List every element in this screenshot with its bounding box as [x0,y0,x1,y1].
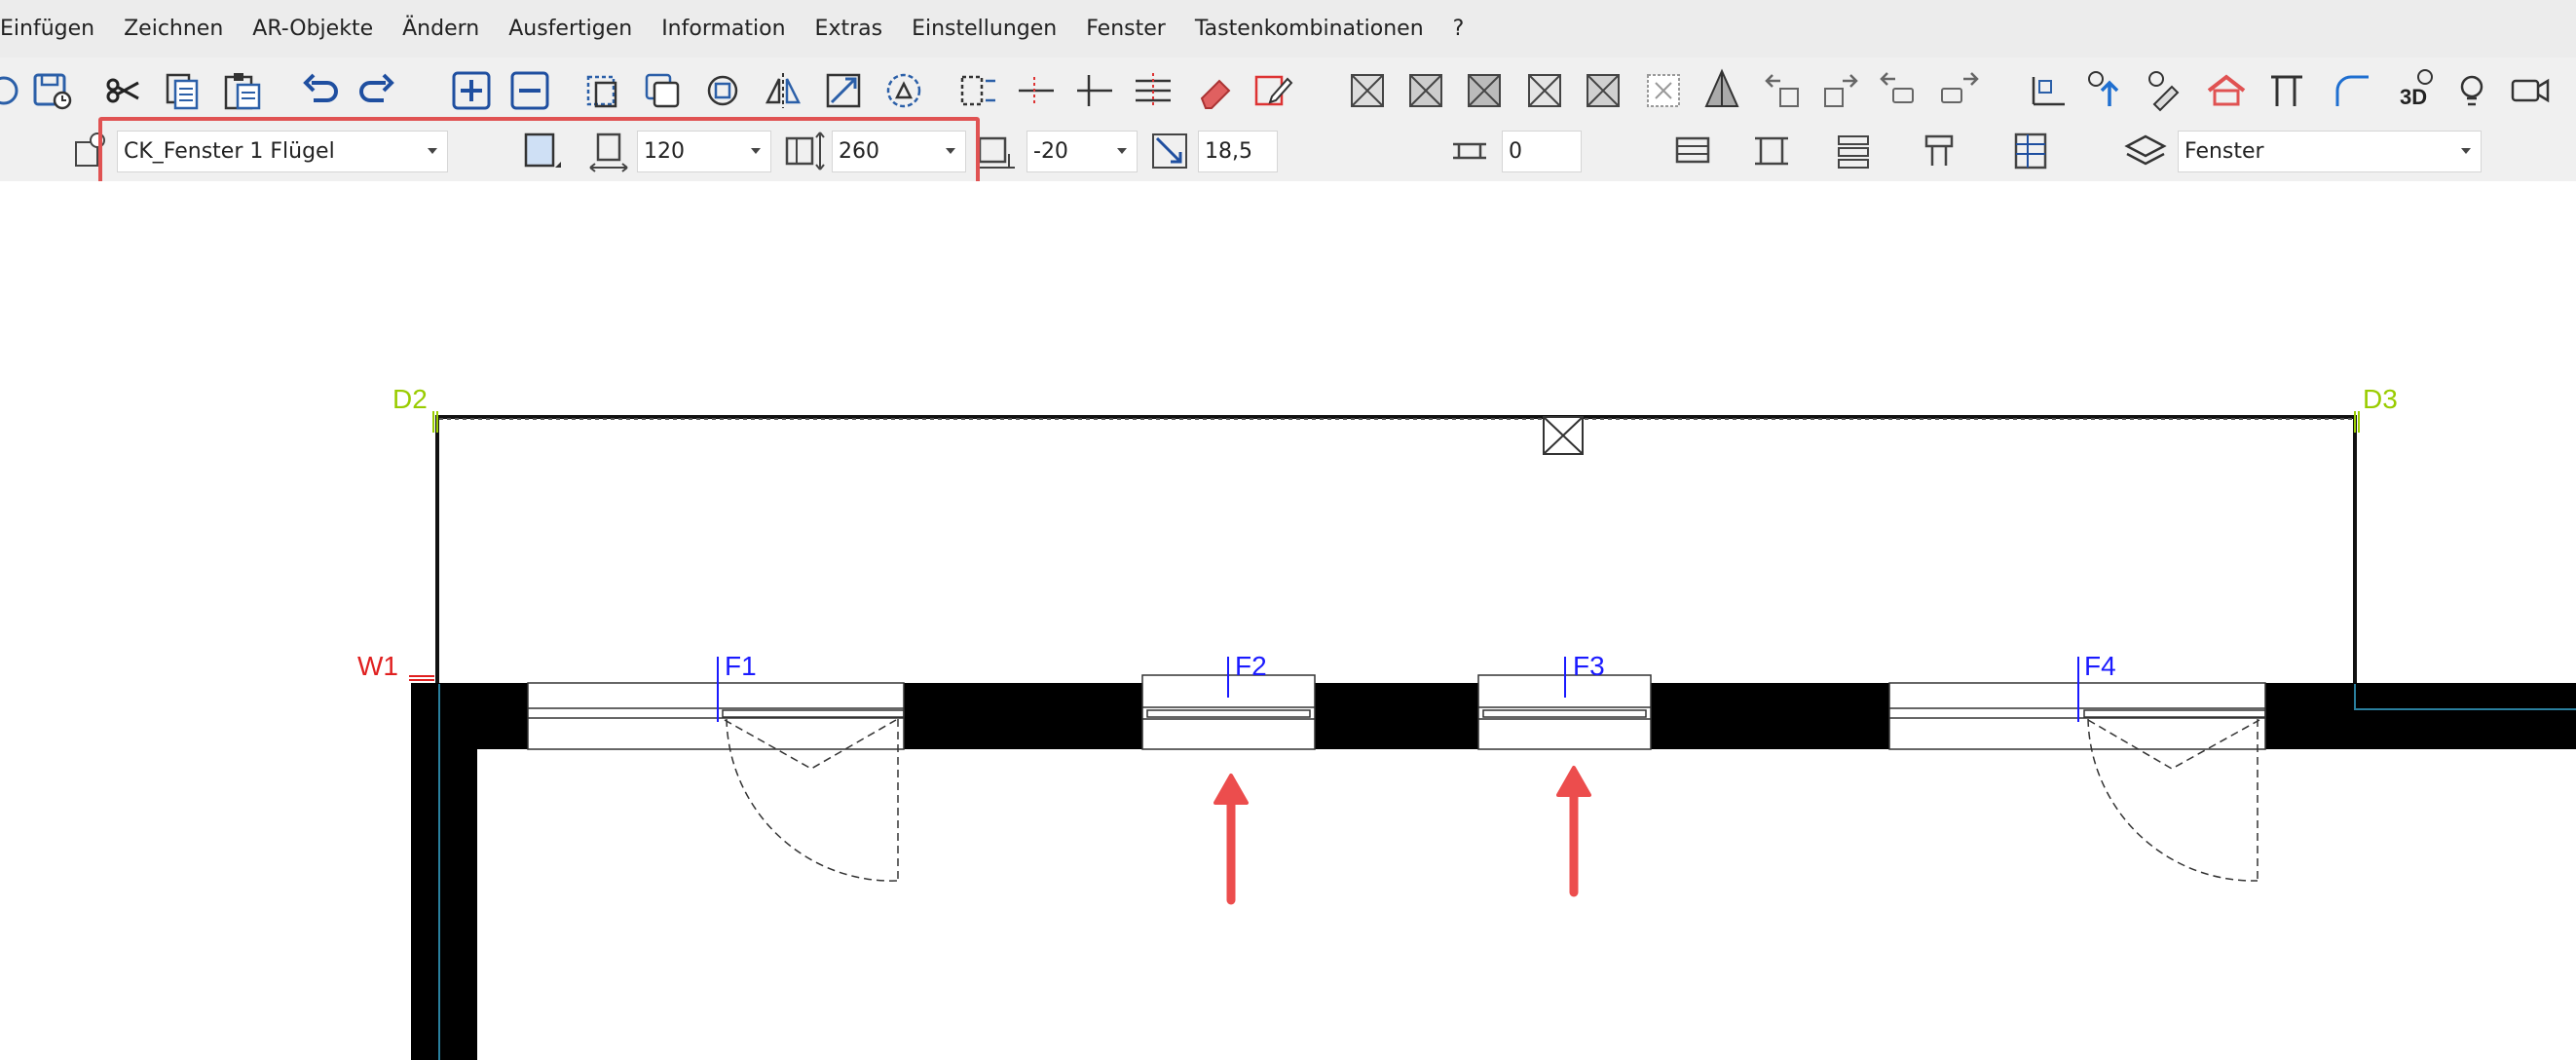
menu-aendern[interactable]: Ändern [388,17,494,41]
zoom-in-icon[interactable] [448,67,495,114]
offset-icon[interactable] [1071,67,1118,114]
offset-value: 18,5 [1205,139,1252,164]
highlight-box [98,117,980,190]
dimension-icon[interactable] [1749,129,1794,173]
zoom-out-icon[interactable] [506,67,553,114]
arrow-icon[interactable] [2082,67,2129,114]
offset-icon[interactable] [2263,67,2310,114]
paste-icon[interactable] [220,67,267,114]
redo-icon[interactable] [353,67,399,114]
menu-zeichnen[interactable]: Zeichnen [109,17,238,41]
layer-value: Fenster [2184,139,2264,164]
copy-icon[interactable] [160,67,206,114]
wall-icon[interactable] [1671,129,1716,173]
app-window: Einfügen Zeichnen AR-Objekte Ändern Ausf… [0,0,2576,1060]
ceiling-symbol [1543,416,1584,455]
scale-icon[interactable] [820,67,867,114]
red-arrow-icon [1556,766,1591,897]
view-icon[interactable] [1344,67,1391,114]
tools-icon[interactable] [1919,129,1963,173]
settings-icon[interactable] [2010,129,2055,173]
window-label-f3[interactable]: F3 [1573,651,1605,682]
window-f2[interactable] [1141,657,1316,750]
line-icon[interactable] [1013,67,1060,114]
undo-icon[interactable] [298,67,345,114]
axis-label-d2: D2 [392,384,428,414]
chevron-down-icon [1117,148,1127,154]
camera-icon[interactable] [2507,67,2554,114]
sill-height-value: -20 [1033,139,1068,164]
modify-icon[interactable] [880,67,927,114]
view-icon[interactable] [1521,67,1568,114]
sill-height-icon[interactable] [974,129,1019,173]
dimension-icon[interactable] [2026,67,2072,114]
menu-fenster[interactable]: Fenster [1071,17,1180,41]
menu-tastenkombinationen[interactable]: Tastenkombinationen [1180,17,1438,41]
dimension-icon[interactable] [954,67,1001,114]
floor-plan [409,411,2576,1060]
menu-extras[interactable]: Extras [801,17,898,41]
hatch-icon[interactable] [1130,67,1176,114]
arrow-icon[interactable] [1759,67,1806,114]
modify-icon[interactable] [2203,67,2250,114]
window-label-f4[interactable]: F4 [2084,651,2116,682]
duplicate-icon[interactable] [639,67,686,114]
refresh-icon[interactable] [0,67,33,114]
layers-icon[interactable] [2123,129,2168,173]
layer-select[interactable]: Fenster [2178,131,2482,172]
select-icon[interactable] [580,67,627,114]
rotate-icon[interactable] [699,67,746,114]
camera-icon[interactable] [1876,67,1923,114]
axis-label-d3: D3 [2363,384,2398,414]
menu-ar-objekte[interactable]: AR-Objekte [238,17,388,41]
eraser-icon[interactable] [1192,67,1239,114]
sill-height-input[interactable]: -20 [1027,131,1138,172]
window-f4[interactable] [1888,657,2266,882]
mirror-icon[interactable] [760,67,806,114]
frame-icon[interactable] [1447,129,1492,173]
offset-icon[interactable] [1147,129,1192,173]
drawing-canvas[interactable]: D2 D3 W1 F1 F2 F3 F4 [0,181,2576,1060]
window-f1[interactable] [527,657,905,882]
menu-bar: Einfügen Zeichnen AR-Objekte Ändern Ausf… [0,0,2576,57]
line-icon[interactable] [2330,67,2376,114]
view-icon[interactable] [1580,67,1626,114]
menu-help[interactable]: ? [1438,17,1479,41]
frame-value: 0 [1509,139,1522,164]
menu-ausfertigen[interactable]: Ausfertigen [494,17,647,41]
red-arrow-icon [1213,774,1249,905]
offset-input[interactable]: 18,5 [1198,131,1278,172]
chevron-down-icon [2461,148,2471,154]
main-toolbar: 3D [0,57,2576,123]
window-label-f1[interactable]: F1 [725,651,757,682]
view-icon[interactable] [1461,67,1508,114]
save-icon[interactable] [29,67,76,114]
svg-text:3D: 3D [2400,85,2427,109]
menu-einstellungen[interactable]: Einstellungen [897,17,1071,41]
light-icon[interactable] [2448,67,2495,114]
room-outline [435,415,2357,684]
view-icon[interactable] [1640,67,1687,114]
pencil-icon[interactable] [1251,67,1297,114]
hatch-icon[interactable] [2141,67,2187,114]
view-icon[interactable]: 3D [2396,67,2443,114]
window-label-f2[interactable]: F2 [1235,651,1267,682]
axis-label-w1: W1 [357,651,398,681]
view-icon[interactable] [1402,67,1449,114]
arrow-icon[interactable] [1817,67,1864,114]
camera-icon[interactable] [1934,67,1981,114]
menu-information[interactable]: Information [647,17,800,41]
pyramid-icon[interactable] [1699,67,1745,114]
cut-icon[interactable] [101,67,148,114]
menu-einfuegen[interactable]: Einfügen [0,17,109,41]
frame-input[interactable]: 0 [1502,131,1582,172]
window-f3[interactable] [1477,657,1652,750]
axis-mark-w1 [409,675,434,681]
layer-stack-icon[interactable] [1831,129,1876,173]
